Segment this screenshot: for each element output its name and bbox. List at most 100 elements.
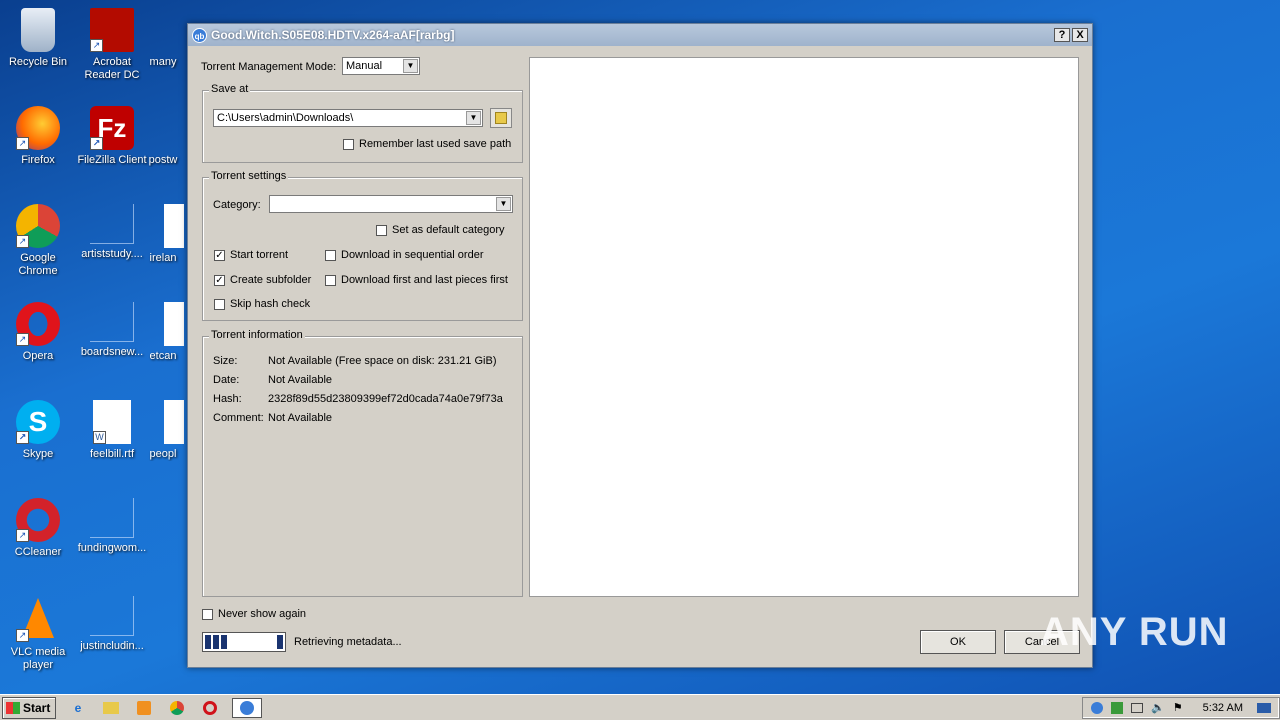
skip-hash-checkbox[interactable]: Skip hash check <box>214 298 310 310</box>
save-at-group: Save at C:\Users\admin\Downloads\ ▼ Reme… <box>202 83 523 163</box>
start-button[interactable]: Start <box>2 696 56 719</box>
default-category-checkbox[interactable]: Set as default category <box>376 224 505 236</box>
first-last-checkbox[interactable]: Download first and last pieces first <box>325 274 508 286</box>
browse-folder-button[interactable] <box>490 108 512 128</box>
category-combo[interactable]: ▼ <box>269 195 513 213</box>
checkbox-box <box>343 138 354 150</box>
dialog-title: Good.Witch.S05E08.HDTV.x264-aAF[rarbg] <box>211 28 455 42</box>
chrome-taskbar-icon[interactable] <box>166 698 188 718</box>
start-torrent-checkbox[interactable]: ✓ Start torrent <box>214 249 288 261</box>
never-show-checkbox[interactable]: Never show again <box>202 608 306 620</box>
media-player-icon[interactable] <box>133 698 155 718</box>
torrent-settings-title: Torrent settings <box>209 170 289 182</box>
create-subfolder-label: Create subfolder <box>230 274 312 286</box>
document-icon <box>141 8 185 52</box>
help-button[interactable]: ? <box>1054 28 1070 42</box>
create-subfolder-checkbox[interactable]: ✓ Create subfolder <box>214 274 311 286</box>
blank-document-icon <box>90 302 134 342</box>
sequential-checkbox[interactable]: Download in sequential order <box>325 249 483 261</box>
desktop-icon-chrome[interactable]: ↗ Google Chrome <box>0 204 76 278</box>
start-torrent-label: Start torrent <box>230 249 289 261</box>
checkmark-icon: ✓ <box>214 274 225 286</box>
chevron-down-icon: ▼ <box>403 59 418 73</box>
desktop-icon-fundingwom[interactable]: fundingwom... <box>74 498 150 555</box>
desktop-icon-recycle-bin[interactable]: Recycle Bin <box>0 8 76 69</box>
hash-value: 2328f89d55d23809399ef72d0cada74a0e79f73a <box>268 393 503 405</box>
add-torrent-dialog: qb Good.Witch.S05E08.HDTV.x264-aAF[rarbg… <box>187 23 1093 668</box>
blank-document-icon <box>90 204 134 244</box>
close-button[interactable]: X <box>1072 28 1088 42</box>
opera-taskbar-icon[interactable] <box>199 698 221 718</box>
checkbox-box <box>325 274 336 286</box>
document-icon <box>141 106 185 150</box>
category-label: Category: <box>213 199 261 211</box>
checkbox-box <box>214 298 225 310</box>
chevron-down-icon: ▼ <box>466 111 481 125</box>
checkmark-icon: ✓ <box>214 249 225 261</box>
sequential-label: Download in sequential order <box>341 249 484 261</box>
default-category-label: Set as default category <box>392 224 505 236</box>
acrobat-icon: ↗ <box>90 8 134 52</box>
volume-tray-icon[interactable]: 🔈 <box>1151 701 1165 714</box>
explorer-folder-icon[interactable] <box>100 698 122 718</box>
desktop-icon-firefox[interactable]: ↗ Firefox <box>0 106 76 167</box>
metadata-progress-bar <box>202 632 286 652</box>
chrome-icon: ↗ <box>16 204 60 248</box>
mgmt-mode-value: Manual <box>346 60 383 72</box>
size-label: Size: <box>213 355 238 367</box>
size-value: Not Available (Free space on disk: 231.2… <box>268 355 497 367</box>
dialog-titlebar[interactable]: qb Good.Witch.S05E08.HDTV.x264-aAF[rarbg… <box>188 24 1092 46</box>
security-tray-icon[interactable] <box>1111 701 1124 714</box>
word-icon <box>164 302 184 346</box>
start-label: Start <box>23 700 51 715</box>
word-icon: W <box>93 400 131 444</box>
status-text: Retrieving metadata... <box>294 636 402 648</box>
anyrun-watermark: ANY RUN <box>1040 610 1229 654</box>
mgmt-mode-select[interactable]: Manual ▼ <box>342 57 420 75</box>
action-center-flag-icon[interactable]: ⚑ <box>1173 701 1183 714</box>
firefox-icon: ↗ <box>16 106 60 150</box>
recycle-bin-icon <box>21 8 55 52</box>
skip-hash-label: Skip hash check <box>230 298 311 310</box>
first-last-label: Download first and last pieces first <box>341 274 508 286</box>
remember-path-checkbox[interactable]: Remember last used save path <box>343 138 511 150</box>
never-show-label: Never show again <box>218 608 307 620</box>
remember-path-label: Remember last used save path <box>359 138 512 150</box>
torrent-info-group: Torrent information Size: Not Available … <box>202 329 523 597</box>
desktop-icon-opera[interactable]: ↗ Opera <box>0 302 76 363</box>
save-path-value: C:\Users\admin\Downloads\ <box>217 112 354 124</box>
windows-flag-icon <box>6 701 20 714</box>
qbittorrent-tray-icon[interactable] <box>1091 701 1104 714</box>
checkbox-box <box>202 608 213 620</box>
content-tree-panel[interactable] <box>529 57 1079 597</box>
hash-label: Hash: <box>213 393 242 405</box>
desktop-icon-justincludin[interactable]: justincludin... <box>74 596 150 653</box>
desktop-icon-skype[interactable]: S ↗ Skype <box>0 400 76 461</box>
comment-value: Not Available <box>268 412 333 424</box>
desktop-icon-etcan[interactable]: etcan <box>138 302 188 363</box>
chevron-down-icon: ▼ <box>496 197 511 211</box>
blank-document-icon <box>90 498 134 538</box>
save-path-combo[interactable]: C:\Users\admin\Downloads\ ▼ <box>213 109 483 127</box>
qbittorrent-taskbar-icon[interactable] <box>232 697 262 718</box>
torrent-settings-group: Torrent settings Category: ▼ Set as defa… <box>202 170 523 321</box>
save-at-title: Save at <box>209 83 251 95</box>
word-icon <box>164 204 184 248</box>
date-label: Date: <box>213 374 240 386</box>
show-desktop-icon[interactable] <box>1257 702 1271 713</box>
desktop-icon-ccleaner[interactable]: ↗ CCleaner <box>0 498 76 559</box>
blank-document-icon <box>90 596 134 636</box>
qbittorrent-icon: qb <box>192 27 207 43</box>
desktop-icon-vlc[interactable]: ↗ VLC media player <box>0 596 76 672</box>
desktop-icon-postw[interactable]: postw <box>138 106 188 167</box>
desktop-icon-peopl[interactable]: peopl <box>138 400 188 461</box>
network-tray-icon[interactable] <box>1131 702 1144 713</box>
filezilla-icon: Fz ↗ <box>90 106 134 150</box>
ie-icon[interactable]: e <box>67 698 89 718</box>
ok-button[interactable]: OK <box>920 630 996 654</box>
desktop-icon-many[interactable]: many <box>138 8 188 69</box>
word-icon <box>164 400 184 444</box>
clock[interactable]: 5:32 AM <box>1203 702 1243 714</box>
desktop-icon-irelan[interactable]: irelan <box>138 204 188 265</box>
skype-icon: S ↗ <box>16 400 60 444</box>
